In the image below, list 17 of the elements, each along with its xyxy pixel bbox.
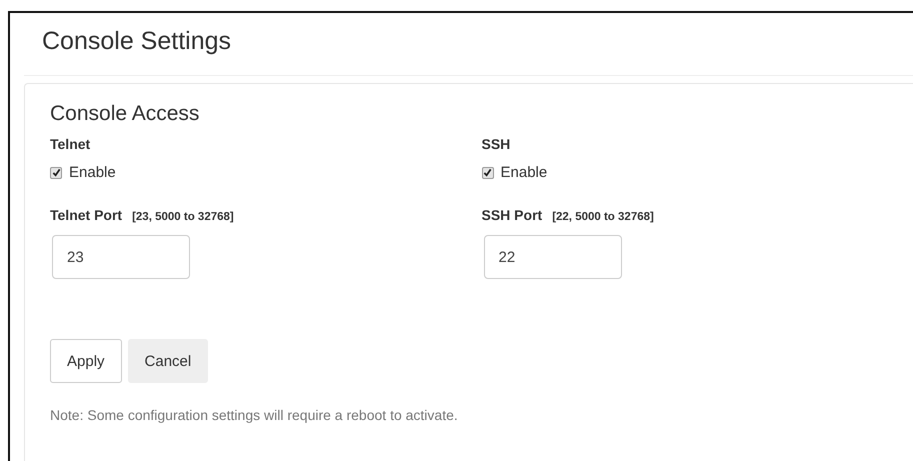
port-field[interactable]: 23	[52, 235, 190, 279]
page-title: Console Settings	[41, 26, 232, 57]
section-title: Console Access	[50, 102, 200, 126]
port-field[interactable]: 22	[484, 235, 622, 279]
checkbox-label: Enable	[69, 164, 116, 181]
port-range: [22, 5000 to 32768]	[552, 211, 654, 223]
enable-checkbox[interactable]	[50, 166, 62, 178]
cancel-button[interactable]: Cancel	[128, 339, 208, 383]
note-text: Note: Some configuration settings will require a reboot to activate.	[50, 407, 459, 423]
checkbox-label: Enable	[500, 164, 548, 181]
port-label: SSH Port	[482, 207, 542, 223]
apply-button[interactable]: Apply	[50, 339, 122, 383]
group-label: SSH	[482, 136, 512, 152]
group-label: Telnet	[50, 136, 92, 152]
port-label: Telnet Port	[50, 207, 122, 223]
port-range: [23, 5000 to 32768]	[132, 211, 234, 223]
enable-checkbox[interactable]	[482, 166, 494, 178]
